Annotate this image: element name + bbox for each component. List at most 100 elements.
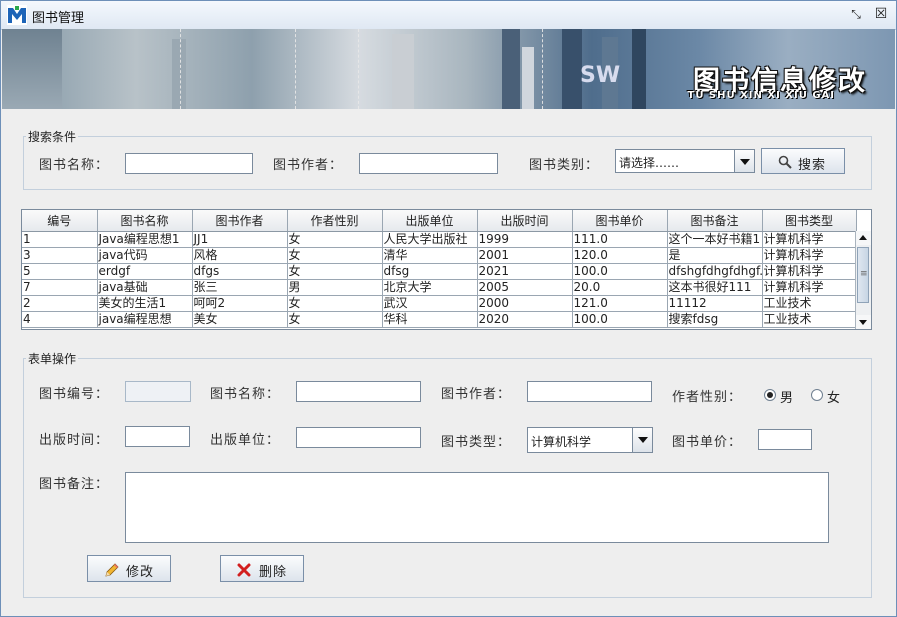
form-publisher-input[interactable] xyxy=(296,427,421,448)
table-cell[interactable]: 女 xyxy=(287,231,383,248)
table-cell[interactable]: 11112 xyxy=(667,295,763,312)
table-cell[interactable]: 2001 xyxy=(477,247,573,264)
table-cell[interactable]: 2 xyxy=(22,295,98,312)
table-cell[interactable]: 111.0 xyxy=(572,231,668,248)
form-date-input[interactable] xyxy=(125,426,190,447)
table-cell[interactable]: 5 xyxy=(22,263,98,280)
table-cell[interactable]: 20.0 xyxy=(572,279,668,296)
table-cell[interactable]: 人民大学出版社 xyxy=(382,231,478,248)
table-cell[interactable]: 2020 xyxy=(477,311,573,328)
search-category-select[interactable]: 请选择…… xyxy=(615,149,755,173)
table-cell[interactable]: 计算机科学 xyxy=(762,263,857,280)
gender-female-radio[interactable] xyxy=(811,389,823,401)
table-cell[interactable]: 100.0 xyxy=(572,263,668,280)
table-cell[interactable]: 风格 xyxy=(192,247,288,264)
search-name-input[interactable] xyxy=(125,153,253,174)
table-cell[interactable]: 计算机科学 xyxy=(762,231,857,248)
table-cell[interactable]: 工业技术 xyxy=(762,295,857,312)
table-cell[interactable]: 121.0 xyxy=(572,295,668,312)
table-cell[interactable]: 2005 xyxy=(477,279,573,296)
delete-button[interactable]: 删除 xyxy=(220,555,304,582)
table-cell[interactable]: 女 xyxy=(287,295,383,312)
column-header[interactable]: 图书类型 xyxy=(762,210,857,232)
table-row[interactable]: 4 java编程思想 美女女华科 2020 100.0 搜索fdsg 工业技术 xyxy=(22,311,857,328)
table-cell[interactable]: 武汉 xyxy=(382,295,478,312)
column-header[interactable]: 出版单位 xyxy=(382,210,478,232)
table-row[interactable]: 2 美女的生活1 呵呵2 女武汉 2000 121.0 11112 工业技术 xyxy=(22,295,857,312)
table-cell[interactable]: 女 xyxy=(287,311,383,328)
table-row[interactable]: 1 Java编程思想1 JJ1 女人民大学出版社 1999 111.0 这个一本好书籍1 计算… xyxy=(22,231,857,248)
search-icon xyxy=(778,155,792,169)
table-cell[interactable]: 搜索fdsg xyxy=(667,311,763,328)
table-cell[interactable]: dfshgfdhgfdhgf... xyxy=(667,263,763,280)
search-author-input[interactable] xyxy=(359,153,498,174)
table-cell[interactable]: 1 xyxy=(22,231,98,248)
gender-male-radio[interactable] xyxy=(764,389,776,401)
table-cell[interactable]: 美女 xyxy=(192,311,288,328)
chevron-down-icon[interactable] xyxy=(734,150,754,172)
table-cell[interactable]: 4 xyxy=(22,311,98,328)
column-header[interactable]: 图书作者 xyxy=(192,210,288,232)
table-row[interactable]: 5 erdgf dfgs 女 dfsg 2021 100.0 dfshgfdhgfdhgf..… xyxy=(22,263,857,280)
table-cell[interactable]: 7 xyxy=(22,279,98,296)
table-cell[interactable]: 华科 xyxy=(382,311,478,328)
table-scrollbar[interactable] xyxy=(855,231,871,329)
table-cell[interactable]: 计算机科学 xyxy=(762,247,857,264)
column-header[interactable]: 图书单价 xyxy=(572,210,668,232)
title-bar[interactable]: 图书管理 ⤡ ☒ xyxy=(1,1,896,30)
table-cell[interactable]: 男 xyxy=(287,279,383,296)
restore-button[interactable]: ⤡ xyxy=(849,7,863,21)
column-header[interactable]: 出版时间 xyxy=(477,210,573,232)
scroll-up-icon[interactable] xyxy=(856,231,871,245)
table-cell[interactable]: 计算机科学 xyxy=(762,279,857,296)
table-cell[interactable]: 北京大学 xyxy=(382,279,478,296)
gender-female-label[interactable]: 女 xyxy=(827,387,840,406)
table-cell[interactable]: 工业技术 xyxy=(762,311,857,328)
scroll-down-icon[interactable] xyxy=(856,315,871,329)
table-cell[interactable]: java代码 xyxy=(97,247,193,264)
table-cell[interactable]: 3 xyxy=(22,247,98,264)
table-cell[interactable]: dfgs xyxy=(192,263,288,280)
column-header[interactable]: 编号 xyxy=(22,210,98,232)
modify-button[interactable]: 修改 xyxy=(87,555,171,582)
column-header[interactable]: 作者性别 xyxy=(287,210,383,232)
table-cell[interactable]: 呵呵2 xyxy=(192,295,288,312)
form-price-input[interactable] xyxy=(758,429,812,450)
table-cell[interactable]: 2021 xyxy=(477,263,573,280)
table-cell[interactable]: 女 xyxy=(287,263,383,280)
table-row[interactable]: 3 java代码 风格女清华 2001 120.0 是计算机科学 xyxy=(22,247,857,264)
table-cell[interactable]: 是 xyxy=(667,247,763,264)
book-table[interactable]: 编号 图书名称 图书作者 作者性别 出版单位 出版时间 图书单价 图书备注 图书… xyxy=(21,209,872,330)
column-header[interactable]: 图书备注 xyxy=(667,210,763,232)
form-name-label: 图书名称： xyxy=(210,387,281,402)
form-author-input[interactable] xyxy=(527,381,652,402)
table-cell[interactable]: 1999 xyxy=(477,231,573,248)
close-button[interactable]: ☒ xyxy=(874,7,888,21)
table-cell[interactable]: JJ1 xyxy=(192,231,288,248)
form-price-label: 图书单价： xyxy=(672,435,743,450)
scroll-thumb[interactable] xyxy=(857,247,869,303)
table-cell[interactable]: 100.0 xyxy=(572,311,668,328)
search-button[interactable]: 搜索 xyxy=(761,148,845,174)
gender-male-label[interactable]: 男 xyxy=(780,387,793,406)
table-cell[interactable]: Java编程思想1 xyxy=(97,231,193,248)
chevron-down-icon[interactable] xyxy=(632,428,652,452)
table-cell[interactable]: 2000 xyxy=(477,295,573,312)
column-header[interactable]: 图书名称 xyxy=(97,210,193,232)
table-cell[interactable]: 清华 xyxy=(382,247,478,264)
table-cell[interactable]: 这个一本好书籍1 xyxy=(667,231,763,248)
table-cell[interactable]: 这本书很好111 xyxy=(667,279,763,296)
table-cell[interactable]: dfsg xyxy=(382,263,478,280)
table-cell[interactable]: erdgf xyxy=(97,263,193,280)
table-cell[interactable]: 120.0 xyxy=(572,247,668,264)
form-remark-textarea[interactable] xyxy=(125,472,829,543)
form-type-select[interactable]: 计算机科学 xyxy=(527,427,653,453)
form-name-input[interactable] xyxy=(296,381,421,402)
table-cell[interactable]: java编程思想 xyxy=(97,311,193,328)
table-cell[interactable]: 女 xyxy=(287,247,383,264)
table-cell[interactable]: 张三 xyxy=(192,279,288,296)
table-cell[interactable]: 美女的生活1 xyxy=(97,295,193,312)
table-row[interactable]: 7 java基础 张三男北京大学 2005 20.0 这本书很好111 计算机科学 xyxy=(22,279,857,296)
app-logo-icon xyxy=(7,5,27,25)
table-cell[interactable]: java基础 xyxy=(97,279,193,296)
